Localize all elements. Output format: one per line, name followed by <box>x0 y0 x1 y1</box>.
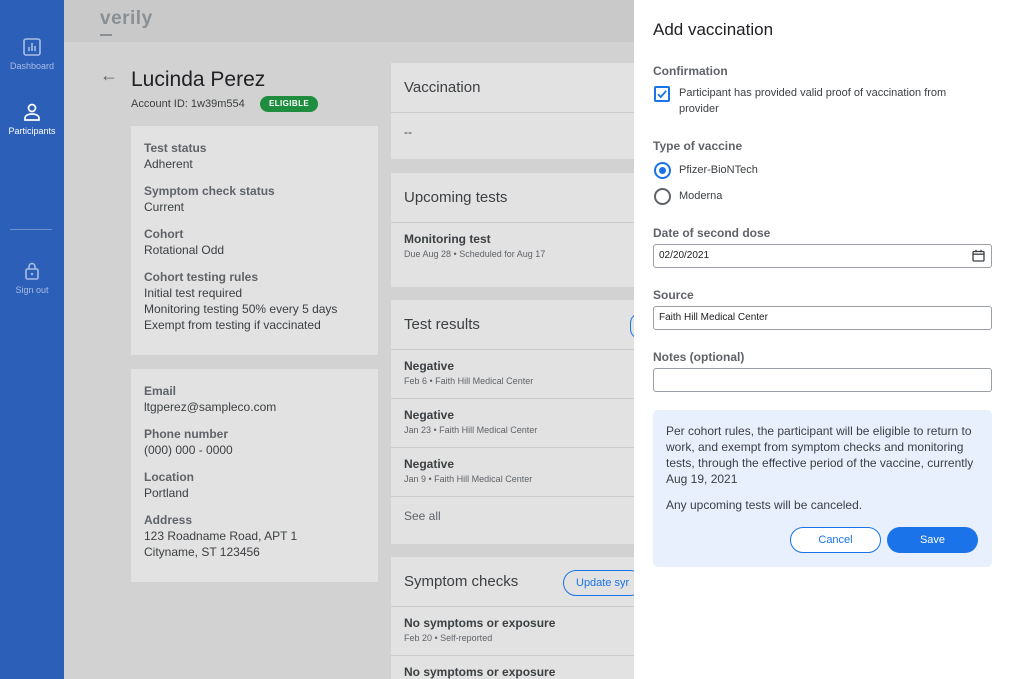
source-label: Source <box>653 288 694 302</box>
field-value: Initial test required <box>144 286 243 300</box>
source-input[interactable]: Faith Hill Medical Center <box>653 306 992 330</box>
list-item[interactable]: Monitoring test Due Aug 28 • Scheduled f… <box>391 223 634 272</box>
list-item-title: No symptoms or exposure <box>404 616 556 630</box>
field-label: Location <box>144 470 194 484</box>
logo-underline <box>100 34 112 36</box>
save-button[interactable]: Save <box>887 527 978 553</box>
field-phone: Phone number (000) 000 - 0000 <box>144 426 365 458</box>
list-item[interactable]: No symptoms or exposure <box>391 656 634 679</box>
notes-label: Notes (optional) <box>653 350 745 364</box>
field-location: Location Portland <box>144 469 365 501</box>
page-title: Lucinda Perez <box>131 68 266 91</box>
list-item-sub: Jan 9 • Faith Hill Medical Center <box>404 474 533 484</box>
person-icon <box>24 103 40 121</box>
checkmark-icon <box>657 90 667 99</box>
vaccine-type-label: Type of vaccine <box>653 139 743 153</box>
list-item-sub: Feb 20 • Self-reported <box>404 633 493 643</box>
field-value: Portland <box>144 486 189 500</box>
contact-card: Email ltgperez@sampleco.com Phone number… <box>131 369 378 582</box>
logo: verily <box>100 8 153 29</box>
radio-pfizer[interactable] <box>654 162 671 179</box>
list-item-title: Negative <box>404 457 455 471</box>
list-item-title: Negative <box>404 408 455 422</box>
radio-label-moderna: Moderna <box>679 190 723 202</box>
field-email: Email ltgperez@sampleco.com <box>144 383 365 415</box>
sidebar-item-participants[interactable]: Participants <box>0 102 64 136</box>
field-label: Cohort testing rules <box>144 270 259 284</box>
list-item-sub: Due Aug 28 • Scheduled for Aug 17 <box>404 249 546 259</box>
notes-input[interactable] <box>653 368 992 392</box>
add-vaccination-panel: Add vaccination Confirmation Participant… <box>634 0 1010 679</box>
calendar-icon[interactable] <box>972 249 985 262</box>
sidebar-item-sign-out[interactable]: Sign out <box>0 261 64 295</box>
list-item-title: No symptoms or exposure <box>404 665 556 679</box>
upcoming-tests-card: Upcoming tests Monitoring test Due Aug 2… <box>391 173 634 287</box>
sidebar-item-label: Participants <box>8 126 56 136</box>
card-title: Vaccination <box>391 63 634 113</box>
panel-title: Add vaccination <box>653 20 774 39</box>
account-id: Account ID: 1w39m554 <box>131 98 245 110</box>
field-cohort: Cohort Rotational Odd <box>144 226 365 258</box>
field-label: Symptom check status <box>144 184 275 198</box>
field-value: (000) 000 - 0000 <box>144 443 233 457</box>
field-value: Cityname, ST 123456 <box>144 545 260 559</box>
field-value: Monitoring testing 50% every 5 days <box>144 302 338 316</box>
see-all-link[interactable]: See all <box>391 497 634 535</box>
info-text: Per cohort rules, the participant will b… <box>666 424 974 486</box>
field-value: ltgperez@sampleco.com <box>144 400 277 414</box>
sidebar-item-dashboard[interactable]: Dashboard <box>0 37 64 71</box>
confirmation-label: Confirmation <box>653 64 728 78</box>
bar-chart-icon <box>23 38 41 56</box>
info-text-cancel-notice: Any upcoming tests will be canceled. <box>666 498 863 512</box>
list-item-sub: Jan 23 • Faith Hill Medical Center <box>404 425 538 435</box>
field-label: Phone number <box>144 427 229 441</box>
second-dose-label: Date of second dose <box>653 226 771 240</box>
field-label: Address <box>144 513 193 527</box>
cancel-button[interactable]: Cancel <box>790 527 881 553</box>
field-symptom-check-status: Symptom check status Current <box>144 183 365 215</box>
card-title: Upcoming tests <box>391 173 634 223</box>
back-arrow-icon[interactable]: ← <box>100 65 118 86</box>
list-item[interactable]: Negative Jan 23 • Faith Hill Medical Cen… <box>391 399 634 448</box>
field-label: Email <box>144 384 177 398</box>
card-title: Test results <box>391 300 634 350</box>
sidebar-divider <box>10 229 52 230</box>
sidebar-item-label: Dashboard <box>9 61 55 71</box>
top-bar: verily <box>64 0 634 42</box>
second-dose-date-input[interactable]: 02/20/2021 <box>653 244 992 268</box>
eligibility-info-box: Per cohort rules, the participant will b… <box>653 410 992 567</box>
field-value: Current <box>144 200 185 214</box>
field-test-status: Test status Adherent <box>144 140 365 172</box>
update-symptoms-button[interactable]: Update syr <box>563 570 634 596</box>
sidebar: Dashboard Participants Sign out <box>0 0 64 679</box>
main-content: ← Lucinda Perez Account ID: 1w39m554 ELI… <box>64 42 634 679</box>
test-results-card: Test results Negative Feb 6 • Faith Hill… <box>391 300 634 544</box>
confirmation-text: Participant has provided valid proof of … <box>679 87 947 115</box>
radio-label-pfizer: Pfizer-BioNTech <box>679 164 758 176</box>
status-card: Test status Adherent Symptom check statu… <box>131 126 378 355</box>
field-value: Exempt from testing if vaccinated <box>144 318 321 332</box>
list-item[interactable]: No symptoms or exposure Feb 20 • Self-re… <box>391 607 634 656</box>
field-label: Test status <box>144 141 207 155</box>
field-cohort-testing-rules: Cohort testing rules Initial test requir… <box>144 269 365 333</box>
list-item-title: Monitoring test <box>404 232 491 246</box>
lock-icon <box>25 262 39 280</box>
second-dose-date-value: 02/20/2021 <box>659 250 710 261</box>
field-value: Rotational Odd <box>144 243 225 257</box>
field-value: Adherent <box>144 157 193 171</box>
list-item-title: Negative <box>404 359 455 373</box>
field-value: 123 Roadname Road, APT 1 <box>144 529 298 543</box>
field-label: Cohort <box>144 227 184 241</box>
list-item[interactable]: Negative Feb 6 • Faith Hill Medical Cent… <box>391 350 634 399</box>
vaccination-value: -- <box>404 125 412 139</box>
confirmation-checkbox[interactable] <box>654 86 670 102</box>
vaccination-card: Vaccination -- <box>391 63 634 159</box>
sidebar-item-label: Sign out <box>15 285 49 295</box>
status-badge: ELIGIBLE <box>260 96 319 112</box>
list-item-sub: Feb 6 • Faith Hill Medical Center <box>404 376 534 386</box>
field-address: Address 123 Roadname Road, APT 1 Citynam… <box>144 512 365 560</box>
list-item[interactable]: Negative Jan 9 • Faith Hill Medical Cent… <box>391 448 634 497</box>
radio-moderna[interactable] <box>654 188 671 205</box>
